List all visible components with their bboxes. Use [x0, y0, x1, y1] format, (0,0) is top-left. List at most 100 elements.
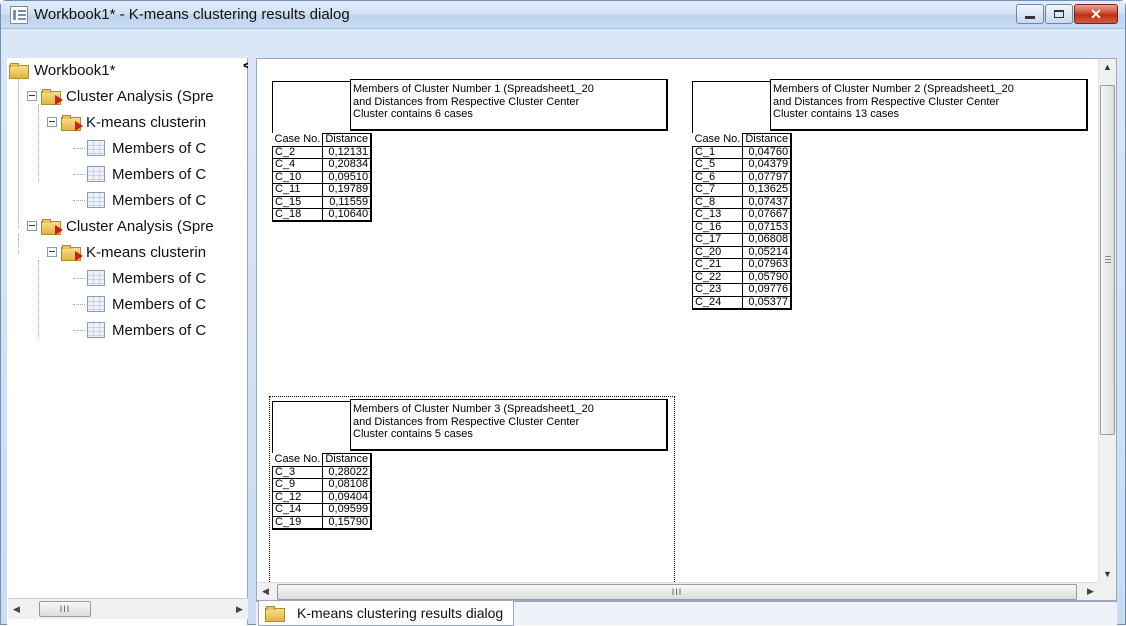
members-table: Case No. Distance C_2 0,12131 C_4 0,20834 C_10… [271, 133, 373, 222]
table-row[interactable]: C_22 0,05790 [691, 271, 793, 284]
tree-item-members[interactable]: Members of C [73, 317, 207, 343]
tree-connector [73, 278, 85, 279]
collapse-toggle-icon[interactable] [27, 221, 37, 231]
tree-item-cluster-analysis[interactable]: Cluster Analysis (Spre [27, 213, 214, 239]
tree-item-kmeans[interactable]: K-means clusterin [47, 239, 206, 265]
tree-item-members[interactable]: Members of C [73, 291, 206, 317]
collapse-toggle-icon[interactable] [47, 247, 57, 257]
table-row[interactable]: C_16 0,07153 [691, 221, 793, 234]
collapse-toggle-icon[interactable] [27, 91, 37, 101]
table-row[interactable]: C_6 0,07797 [691, 171, 793, 184]
column-header-distance: Distance [742, 133, 793, 147]
table-row[interactable]: C_5 0,04379 [691, 158, 793, 172]
workbook-tree: < Workbook1* Cluster Analysis (Spre K-mea… [7, 58, 248, 596]
vertical-scroll-thumb[interactable] [1100, 85, 1115, 435]
case-cell: C_13 [691, 208, 744, 222]
collapse-pane-icon[interactable]: < [243, 58, 248, 73]
vertical-scrollbar[interactable]: ▲ ▼ [1098, 59, 1116, 583]
table-row[interactable]: C_2 0,12131 [271, 146, 373, 159]
distance-cell: 0,20834 [322, 158, 373, 172]
tree-item-members[interactable]: Members of C [73, 265, 206, 291]
cluster-header: Members of Cluster Number 2 (Spreadsheet… [770, 79, 1088, 131]
horizontal-scroll-thumb[interactable]: III [277, 583, 1077, 600]
table-row[interactable]: C_17 0,06808 [691, 233, 793, 247]
open-folder-icon [9, 62, 29, 79]
case-cell: C_18 [271, 208, 324, 222]
scroll-corner [1098, 582, 1116, 600]
distance-cell: 0,05377 [742, 296, 793, 310]
spreadsheet-icon [87, 322, 105, 338]
results-document: Members of Cluster Number 1 (Spreadsheet… [257, 59, 1099, 583]
case-cell: C_2 [271, 146, 324, 159]
analysis-folder-icon [41, 88, 63, 105]
table-row[interactable]: C_24 0,05377 [691, 296, 793, 310]
case-cell: C_16 [691, 221, 744, 234]
tree-item-members[interactable]: Members of C [73, 161, 206, 187]
cluster-header-line: Members of Cluster Number 1 (Spreadsheet… [353, 83, 594, 95]
tree-connector [73, 200, 85, 201]
tab-kmeans-results[interactable]: K-means clustering results dialog [258, 601, 514, 626]
tree-root-label: Workbook1* [34, 61, 116, 79]
table-row[interactable]: C_10 0,09510 [271, 171, 373, 184]
horizontal-scrollbar[interactable]: ◀ III ▶ [257, 582, 1099, 600]
case-cell: C_20 [691, 246, 744, 259]
table-row[interactable]: C_11 0,19789 [271, 183, 373, 197]
scroll-left-arrow[interactable]: ◀ [8, 604, 25, 615]
distance-cell: 0,04379 [742, 158, 793, 172]
distance-cell: 0,09776 [742, 283, 793, 297]
cluster-header-line: and Distances from Respective Cluster Ce… [773, 95, 1000, 108]
table-row[interactable]: C_13 0,07667 [691, 208, 793, 222]
tree-item-label: K-means clusterin [86, 113, 207, 131]
tree-connector [73, 330, 85, 331]
tree-item-label: Members of C [112, 191, 207, 209]
case-cell: C_23 [691, 283, 744, 297]
table-row[interactable]: C_15 0,11559 [271, 196, 373, 209]
case-cell: C_21 [691, 258, 744, 272]
minimize-button[interactable] [1016, 4, 1044, 24]
tree-item-kmeans[interactable]: K-means clusterin [47, 109, 206, 135]
table-row[interactable]: C_7 0,13625 [691, 183, 793, 197]
scroll-right-arrow[interactable]: ▶ [1082, 586, 1099, 597]
table-row[interactable]: C_8 0,07437 [691, 196, 793, 209]
analysis-folder-icon [61, 244, 83, 261]
close-button[interactable]: ✕ [1074, 4, 1118, 24]
cluster-header-line: Cluster contains 6 cases [353, 108, 473, 120]
tree-item-label: Members of C [112, 321, 207, 339]
tree-connector [73, 148, 85, 149]
collapse-toggle-icon[interactable] [47, 117, 57, 127]
table-border [692, 81, 693, 133]
table-row[interactable]: C_20 0,05214 [691, 246, 793, 259]
cluster-header-line: Cluster contains 13 cases [773, 108, 899, 120]
tree-horizontal-scrollbar[interactable]: ◀ III ▶ [8, 598, 248, 619]
title-bar[interactable]: Workbook1* - K-means clustering results … [1, 1, 1125, 29]
distance-cell: 0,10640 [322, 208, 373, 222]
distance-cell: 0,12131 [322, 146, 373, 159]
tree-item-members[interactable]: Members of C [73, 135, 206, 161]
distance-cell: 0,11559 [322, 196, 373, 209]
table-row[interactable]: C_23 0,09776 [691, 283, 793, 297]
scroll-up-arrow[interactable]: ▲ [1099, 59, 1116, 76]
scroll-left-arrow[interactable]: ◀ [257, 586, 274, 597]
tree-item-members[interactable]: Members of C [73, 187, 207, 213]
table-border [272, 81, 352, 82]
tree-root[interactable]: Workbook1* [9, 58, 115, 83]
distance-cell: 0,19789 [322, 183, 373, 197]
table-row[interactable]: C_4 0,20834 [271, 158, 373, 172]
case-cell: C_11 [271, 183, 324, 197]
scroll-down-arrow[interactable]: ▼ [1099, 566, 1116, 583]
tree-item-cluster-analysis[interactable]: Cluster Analysis (Spre [27, 83, 214, 109]
table-row[interactable]: C_21 0,07963 [691, 258, 793, 272]
tree-guide-line [18, 78, 19, 228]
case-cell: C_7 [691, 183, 744, 197]
table-row[interactable]: C_18 0,10640 [271, 208, 373, 222]
table-row[interactable]: C_1 0,04760 [691, 146, 793, 159]
distance-cell: 0,05790 [742, 271, 793, 284]
spreadsheet-icon [87, 270, 105, 286]
scroll-right-arrow[interactable]: ▶ [231, 604, 248, 615]
spreadsheet-icon [87, 192, 105, 208]
distance-cell: 0,07437 [742, 196, 793, 209]
maximize-button[interactable] [1045, 4, 1073, 24]
table-header-row: Case No. Distance [272, 133, 373, 147]
scroll-thumb[interactable]: III [39, 601, 91, 617]
case-cell: C_10 [271, 171, 324, 184]
